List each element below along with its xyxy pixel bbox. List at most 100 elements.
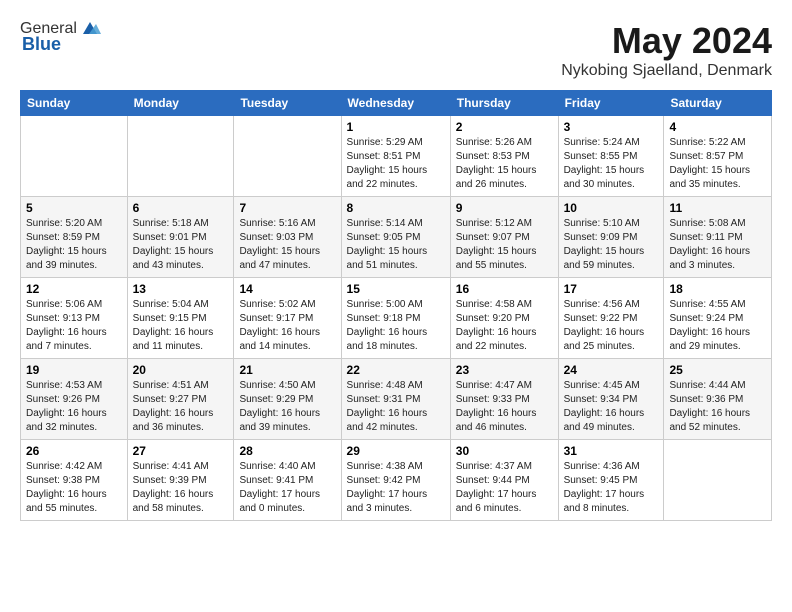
calendar-week-row: 19 Sunrise: 4:53 AM Sunset: 9:26 PM Dayli… [21, 359, 772, 440]
weekday-header: Tuesday [234, 91, 341, 116]
day-number: 29 [347, 444, 445, 458]
day-info: Sunrise: 4:51 AM Sunset: 9:27 PM Dayligh… [133, 379, 229, 435]
day-number: 9 [456, 201, 553, 215]
calendar-cell: 9 Sunrise: 5:12 AM Sunset: 9:07 PM Daylig… [450, 197, 558, 278]
calendar-cell: 2 Sunrise: 5:26 AM Sunset: 8:53 PM Daylig… [450, 116, 558, 197]
calendar-cell: 3 Sunrise: 5:24 AM Sunset: 8:55 PM Daylig… [558, 116, 664, 197]
day-info: Sunrise: 5:22 AM Sunset: 8:57 PM Dayligh… [669, 136, 766, 192]
weekday-header: Saturday [664, 91, 772, 116]
calendar-cell: 22 Sunrise: 4:48 AM Sunset: 9:31 PM Dayli… [341, 359, 450, 440]
day-info: Sunrise: 5:04 AM Sunset: 9:15 PM Dayligh… [133, 298, 229, 354]
day-info: Sunrise: 5:06 AM Sunset: 9:13 PM Dayligh… [26, 298, 122, 354]
calendar-cell: 14 Sunrise: 5:02 AM Sunset: 9:17 PM Dayli… [234, 278, 341, 359]
title-block: May 2024 Nykobing Sjaelland, Denmark [561, 20, 772, 80]
calendar-cell: 1Sunrise: 5:29 AM Sunset: 8:51 PM Daylig… [341, 116, 450, 197]
day-info: Sunrise: 5:12 AM Sunset: 9:07 PM Dayligh… [456, 217, 553, 273]
day-info: Sunrise: 4:55 AM Sunset: 9:24 PM Dayligh… [669, 298, 766, 354]
calendar-table: SundayMondayTuesdayWednesdayThursdayFrid… [20, 90, 772, 521]
logo-blue-text: Blue [22, 34, 61, 55]
day-number: 28 [239, 444, 335, 458]
day-number: 22 [347, 363, 445, 377]
day-info: Sunrise: 4:48 AM Sunset: 9:31 PM Dayligh… [347, 379, 445, 435]
day-info: Sunrise: 4:36 AM Sunset: 9:45 PM Dayligh… [564, 460, 659, 516]
day-info: Sunrise: 4:53 AM Sunset: 9:26 PM Dayligh… [26, 379, 122, 435]
day-number: 16 [456, 282, 553, 296]
day-info: Sunrise: 4:41 AM Sunset: 9:39 PM Dayligh… [133, 460, 229, 516]
calendar-cell: 7Sunrise: 5:16 AM Sunset: 9:03 PM Daylig… [234, 197, 341, 278]
calendar-cell: 26Sunrise: 4:42 AM Sunset: 9:38 PM Dayli… [21, 440, 128, 521]
calendar-cell: 27 Sunrise: 4:41 AM Sunset: 9:39 PM Dayli… [127, 440, 234, 521]
day-info: Sunrise: 5:29 AM Sunset: 8:51 PM Dayligh… [347, 136, 445, 192]
day-info: Sunrise: 5:02 AM Sunset: 9:17 PM Dayligh… [239, 298, 335, 354]
day-info: Sunrise: 4:37 AM Sunset: 9:44 PM Dayligh… [456, 460, 553, 516]
weekday-header: Wednesday [341, 91, 450, 116]
calendar-cell: 13Sunrise: 5:04 AM Sunset: 9:15 PM Dayli… [127, 278, 234, 359]
day-info: Sunrise: 4:45 AM Sunset: 9:34 PM Dayligh… [564, 379, 659, 435]
calendar-cell: 5 Sunrise: 5:20 AM Sunset: 8:59 PM Daylig… [21, 197, 128, 278]
calendar-cell: 25 Sunrise: 4:44 AM Sunset: 9:36 PM Dayli… [664, 359, 772, 440]
weekday-header: Sunday [21, 91, 128, 116]
calendar-cell [21, 116, 128, 197]
day-info: Sunrise: 4:50 AM Sunset: 9:29 PM Dayligh… [239, 379, 335, 435]
calendar-cell [127, 116, 234, 197]
day-number: 8 [347, 201, 445, 215]
day-number: 14 [239, 282, 335, 296]
calendar-cell: 4 Sunrise: 5:22 AM Sunset: 8:57 PM Daylig… [664, 116, 772, 197]
day-number: 20 [133, 363, 229, 377]
calendar-header-row: SundayMondayTuesdayWednesdayThursdayFrid… [21, 91, 772, 116]
day-info: Sunrise: 4:40 AM Sunset: 9:41 PM Dayligh… [239, 460, 335, 516]
day-number: 23 [456, 363, 553, 377]
day-number: 2 [456, 120, 553, 134]
day-number: 7 [239, 201, 335, 215]
calendar-cell: 8 Sunrise: 5:14 AM Sunset: 9:05 PM Daylig… [341, 197, 450, 278]
day-number: 4 [669, 120, 766, 134]
day-info: Sunrise: 5:18 AM Sunset: 9:01 PM Dayligh… [133, 217, 229, 273]
day-info: Sunrise: 5:26 AM Sunset: 8:53 PM Dayligh… [456, 136, 553, 192]
day-number: 24 [564, 363, 659, 377]
calendar-cell: 20 Sunrise: 4:51 AM Sunset: 9:27 PM Dayli… [127, 359, 234, 440]
day-info: Sunrise: 5:10 AM Sunset: 9:09 PM Dayligh… [564, 217, 659, 273]
calendar-cell: 23 Sunrise: 4:47 AM Sunset: 9:33 PM Dayli… [450, 359, 558, 440]
calendar-cell: 31 Sunrise: 4:36 AM Sunset: 9:45 PM Dayli… [558, 440, 664, 521]
day-info: Sunrise: 5:08 AM Sunset: 9:11 PM Dayligh… [669, 217, 766, 273]
calendar-week-row: 12Sunrise: 5:06 AM Sunset: 9:13 PM Dayli… [21, 278, 772, 359]
day-number: 25 [669, 363, 766, 377]
calendar-cell: 30 Sunrise: 4:37 AM Sunset: 9:44 PM Dayli… [450, 440, 558, 521]
day-number: 19 [26, 363, 122, 377]
day-number: 3 [564, 120, 659, 134]
calendar-cell: 15Sunrise: 5:00 AM Sunset: 9:18 PM Dayli… [341, 278, 450, 359]
calendar-cell: 21Sunrise: 4:50 AM Sunset: 9:29 PM Dayli… [234, 359, 341, 440]
day-number: 26 [26, 444, 122, 458]
weekday-header: Thursday [450, 91, 558, 116]
calendar-cell: 28 Sunrise: 4:40 AM Sunset: 9:41 PM Dayli… [234, 440, 341, 521]
calendar-cell: 19 Sunrise: 4:53 AM Sunset: 9:26 PM Dayli… [21, 359, 128, 440]
day-info: Sunrise: 4:47 AM Sunset: 9:33 PM Dayligh… [456, 379, 553, 435]
day-info: Sunrise: 4:56 AM Sunset: 9:22 PM Dayligh… [564, 298, 659, 354]
calendar-cell: 18 Sunrise: 4:55 AM Sunset: 9:24 PM Dayli… [664, 278, 772, 359]
day-info: Sunrise: 4:44 AM Sunset: 9:36 PM Dayligh… [669, 379, 766, 435]
day-number: 31 [564, 444, 659, 458]
calendar-cell: 11Sunrise: 5:08 AM Sunset: 9:11 PM Dayli… [664, 197, 772, 278]
month-title: May 2024 [561, 20, 772, 62]
calendar-cell: 24 Sunrise: 4:45 AM Sunset: 9:34 PM Dayli… [558, 359, 664, 440]
day-info: Sunrise: 5:00 AM Sunset: 9:18 PM Dayligh… [347, 298, 445, 354]
day-number: 5 [26, 201, 122, 215]
calendar-week-row: 26Sunrise: 4:42 AM Sunset: 9:38 PM Dayli… [21, 440, 772, 521]
calendar-cell [664, 440, 772, 521]
calendar-cell: 29Sunrise: 4:38 AM Sunset: 9:42 PM Dayli… [341, 440, 450, 521]
day-info: Sunrise: 5:24 AM Sunset: 8:55 PM Dayligh… [564, 136, 659, 192]
day-number: 27 [133, 444, 229, 458]
day-info: Sunrise: 4:58 AM Sunset: 9:20 PM Dayligh… [456, 298, 553, 354]
weekday-header: Friday [558, 91, 664, 116]
day-number: 30 [456, 444, 553, 458]
day-info: Sunrise: 5:20 AM Sunset: 8:59 PM Dayligh… [26, 217, 122, 273]
day-info: Sunrise: 5:14 AM Sunset: 9:05 PM Dayligh… [347, 217, 445, 273]
location: Nykobing Sjaelland, Denmark [561, 62, 772, 80]
calendar-week-row: 1Sunrise: 5:29 AM Sunset: 8:51 PM Daylig… [21, 116, 772, 197]
calendar-cell: 17Sunrise: 4:56 AM Sunset: 9:22 PM Dayli… [558, 278, 664, 359]
calendar-cell: 6Sunrise: 5:18 AM Sunset: 9:01 PM Daylig… [127, 197, 234, 278]
day-number: 10 [564, 201, 659, 215]
day-number: 18 [669, 282, 766, 296]
calendar-cell: 12Sunrise: 5:06 AM Sunset: 9:13 PM Dayli… [21, 278, 128, 359]
calendar-week-row: 5 Sunrise: 5:20 AM Sunset: 8:59 PM Daylig… [21, 197, 772, 278]
